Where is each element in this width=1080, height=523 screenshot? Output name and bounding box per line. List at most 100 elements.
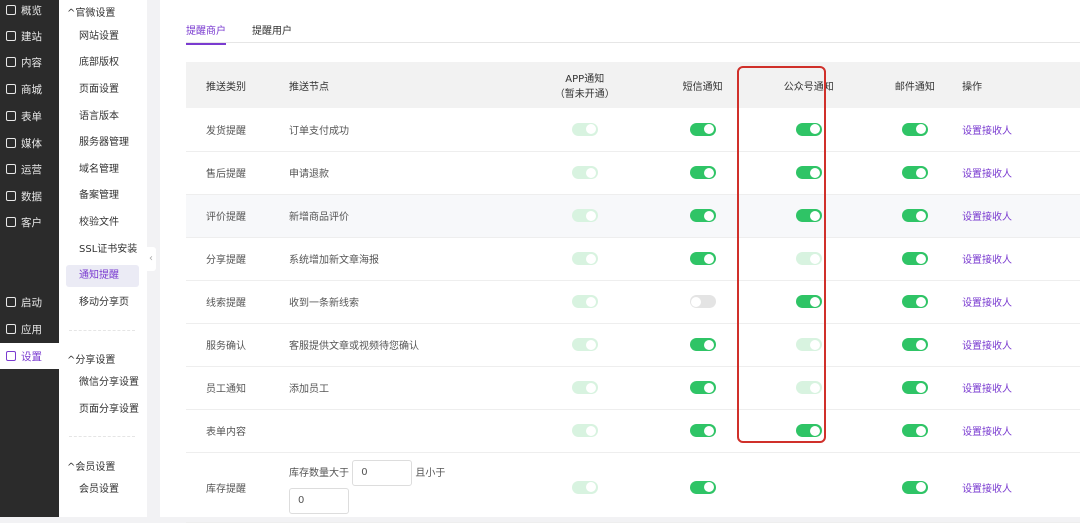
email-toggle[interactable] bbox=[901, 424, 928, 437]
app-toggle bbox=[571, 122, 598, 136]
min-stock-input[interactable]: 0 bbox=[352, 460, 413, 486]
submenu-item[interactable]: 会员设置 bbox=[66, 479, 139, 501]
wechat-toggle bbox=[795, 252, 822, 265]
col-type: 推送类别 bbox=[186, 62, 289, 108]
sms-toggle[interactable] bbox=[689, 295, 716, 308]
nav-item-11[interactable]: 设置 bbox=[0, 343, 59, 369]
col-wechat: 公众号通知 bbox=[749, 62, 868, 108]
sms-toggle[interactable] bbox=[689, 122, 716, 136]
submenu-item[interactable]: 页面设置 bbox=[66, 79, 139, 101]
main-panel: 提醒商户 提醒用户 推送类别 推送节点 APP通知 （暂未开通） 短信通知 公众号… bbox=[160, 0, 1080, 523]
wechat-toggle[interactable] bbox=[795, 166, 822, 179]
nav-item-6[interactable]: 运营 bbox=[0, 156, 59, 182]
app-toggle bbox=[571, 424, 598, 437]
email-toggle[interactable] bbox=[901, 338, 928, 351]
table-row: 售后提醒 申请退款 设置接收人 bbox=[186, 151, 1080, 195]
nav-item-5[interactable]: 媒体 bbox=[0, 130, 59, 156]
app-toggle bbox=[571, 252, 598, 265]
submenu-group-0[interactable]: ^官微设置 bbox=[67, 4, 115, 19]
set-receiver-link[interactable]: 设置接收人 bbox=[962, 126, 1012, 137]
table-row: 服务确认 客服提供文章或视频待您确认 设置接收人 bbox=[186, 323, 1080, 367]
nav-item-1[interactable]: 建站 bbox=[0, 23, 59, 49]
sms-toggle[interactable] bbox=[689, 424, 716, 437]
submenu-item[interactable]: 语言版本 bbox=[66, 106, 139, 128]
apps-icon bbox=[6, 324, 16, 334]
submenu-item[interactable]: 域名管理 bbox=[66, 159, 139, 181]
document-icon bbox=[6, 57, 16, 67]
submenu-item[interactable]: 通知提醒 bbox=[66, 265, 139, 287]
submenu-item[interactable]: SSL证书安装 bbox=[66, 239, 139, 261]
tab-divider bbox=[186, 42, 1080, 43]
table-row: 发货提醒 订单支付成功 设置接收人 bbox=[186, 108, 1080, 152]
col-node: 推送节点 bbox=[289, 62, 514, 108]
table-row: 评价提醒 新增商品评价 设置接收人 bbox=[186, 194, 1080, 238]
nav-item-7[interactable]: 数据 bbox=[0, 183, 59, 209]
submenu-item[interactable]: 校验文件 bbox=[66, 212, 139, 234]
chart-icon bbox=[6, 191, 16, 201]
submenu-item[interactable]: 移动分享页 bbox=[66, 292, 139, 314]
email-toggle[interactable] bbox=[901, 166, 928, 179]
max-stock-input[interactable]: 0 bbox=[289, 488, 349, 514]
app-toggle bbox=[571, 295, 598, 308]
nav-item-4[interactable]: 表单 bbox=[0, 103, 59, 129]
set-receiver-link[interactable]: 设置接收人 bbox=[962, 427, 1012, 438]
submenu-item[interactable]: 微信分享设置 bbox=[66, 372, 139, 394]
col-sms: 短信通知 bbox=[655, 62, 750, 108]
sms-toggle[interactable] bbox=[689, 338, 716, 351]
set-receiver-link[interactable]: 设置接收人 bbox=[962, 212, 1012, 223]
form-icon bbox=[6, 111, 16, 121]
email-toggle[interactable] bbox=[901, 381, 928, 394]
home-icon bbox=[6, 31, 16, 41]
sms-toggle[interactable] bbox=[689, 480, 716, 494]
wechat-toggle[interactable] bbox=[795, 122, 822, 136]
shop-icon bbox=[6, 5, 16, 15]
nav-item-8[interactable]: 客户 bbox=[0, 209, 59, 235]
store-icon bbox=[6, 84, 16, 94]
nav-item-10[interactable]: 应用 bbox=[0, 316, 59, 342]
table-row: 库存提醒 库存数量大于 0 且小于 0 设置接收人 bbox=[186, 452, 1080, 523]
nav-item-3[interactable]: 商城 bbox=[0, 76, 59, 102]
video-icon bbox=[6, 138, 16, 148]
gear-icon bbox=[6, 351, 16, 361]
collapse-sidebar-button[interactable]: ‹ bbox=[146, 247, 156, 271]
submenu-item[interactable]: 网站设置 bbox=[66, 26, 139, 48]
set-receiver-link[interactable]: 设置接收人 bbox=[962, 341, 1012, 352]
user-icon bbox=[6, 217, 16, 227]
nav-item-2[interactable]: 内容 bbox=[0, 49, 59, 75]
paperclip-icon bbox=[6, 164, 16, 174]
set-receiver-link[interactable]: 设置接收人 bbox=[962, 384, 1012, 395]
table-row: 员工通知 添加员工 设置接收人 bbox=[186, 366, 1080, 410]
sms-toggle[interactable] bbox=[689, 209, 716, 222]
submenu-item[interactable]: 页面分享设置 bbox=[66, 399, 139, 421]
wechat-toggle[interactable] bbox=[795, 209, 822, 222]
nav-item-0[interactable]: 概览 bbox=[0, 0, 59, 23]
app-toggle bbox=[571, 209, 598, 222]
submenu-item[interactable]: 备案管理 bbox=[66, 185, 139, 207]
sms-toggle[interactable] bbox=[689, 166, 716, 179]
email-toggle[interactable] bbox=[901, 480, 928, 494]
nav-item-9[interactable]: 启动 bbox=[0, 289, 59, 315]
launch-icon bbox=[6, 297, 16, 307]
set-receiver-link[interactable]: 设置接收人 bbox=[962, 255, 1012, 266]
table-row: 表单内容 设置接收人 bbox=[186, 409, 1080, 453]
email-toggle[interactable] bbox=[901, 252, 928, 265]
set-receiver-link[interactable]: 设置接收人 bbox=[962, 484, 1012, 495]
app-toggle bbox=[571, 166, 598, 179]
set-receiver-link[interactable]: 设置接收人 bbox=[962, 169, 1012, 180]
set-receiver-link[interactable]: 设置接收人 bbox=[962, 298, 1012, 309]
sms-toggle[interactable] bbox=[689, 252, 716, 265]
sms-toggle[interactable] bbox=[689, 381, 716, 394]
wechat-toggle[interactable] bbox=[795, 295, 822, 308]
email-toggle[interactable] bbox=[901, 122, 928, 136]
settings-submenu: ^官微设置网站设置底部版权页面设置语言版本服务器管理域名管理备案管理校验文件 SS… bbox=[59, 0, 147, 517]
email-toggle[interactable] bbox=[901, 209, 928, 222]
wechat-toggle[interactable] bbox=[795, 424, 822, 437]
col-app: APP通知 （暂未开通） bbox=[514, 62, 656, 108]
divider bbox=[69, 436, 135, 437]
app-toggle bbox=[571, 480, 598, 494]
submenu-group-2[interactable]: ^会员设置 bbox=[67, 458, 115, 473]
email-toggle[interactable] bbox=[901, 295, 928, 308]
submenu-item[interactable]: 底部版权 bbox=[66, 52, 139, 74]
submenu-group-1[interactable]: ^分享设置 bbox=[67, 351, 115, 366]
submenu-item[interactable]: 服务器管理 bbox=[66, 132, 139, 154]
